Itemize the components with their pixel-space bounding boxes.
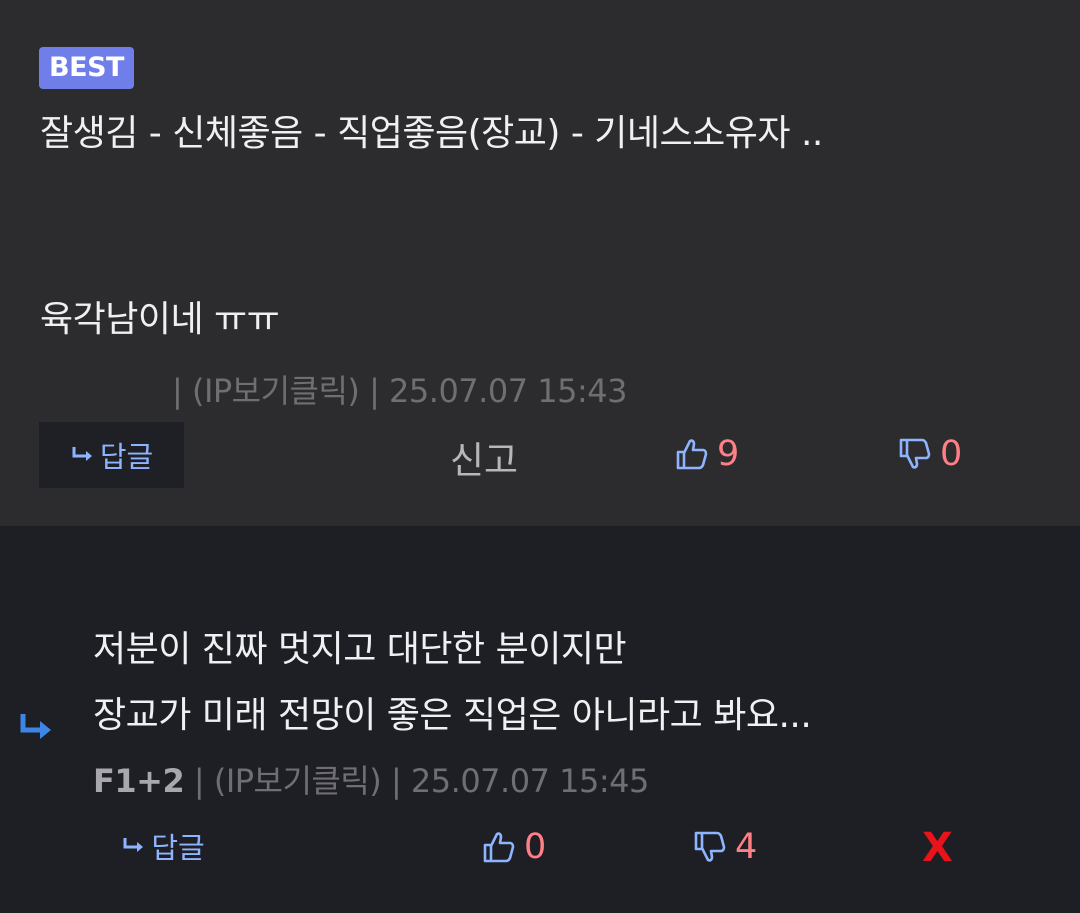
delete-button[interactable]: X: [922, 825, 953, 871]
reply-meta: F1+2 | (IP보기클릭) | 25.07.07 15:45: [93, 756, 649, 802]
author-name[interactable]: F1+2: [93, 762, 185, 800]
reply-text-line-2: 장교가 미래 전망이 좋은 직업은 아니라고 봐요...: [93, 695, 812, 736]
timestamp: 25.07.07 15:43: [389, 372, 627, 410]
comment-text-line-2: 육각남이네 ㅠㅠ: [40, 299, 280, 340]
reply-button[interactable]: 답글: [118, 815, 208, 877]
reply-arrow-icon: [123, 838, 144, 852]
reply-label: 답글: [151, 831, 205, 865]
upvote-button[interactable]: 0: [482, 827, 546, 867]
thumbs-up-icon: [676, 439, 708, 470]
downvote-button[interactable]: 4: [693, 827, 757, 867]
ip-view-link[interactable]: (IP보기클릭): [192, 372, 360, 410]
best-comment: BEST 잘생김 - 신체좋음 - 직업좋음(장교) - 기네스소유자 .. 육…: [0, 0, 1080, 526]
report-button[interactable]: 신고: [450, 430, 518, 484]
reply-label: 답글: [99, 440, 154, 474]
upvote-count: 0: [524, 827, 547, 867]
thumbs-down-icon: [899, 438, 931, 469]
reply-button[interactable]: 답글: [39, 422, 184, 488]
timestamp: 25.07.07 15:45: [410, 762, 649, 800]
downvote-count: 4: [735, 827, 758, 867]
ip-view-link[interactable]: (IP보기클릭): [214, 762, 382, 800]
meta-separator: |: [172, 372, 192, 410]
thumbs-down-icon: [694, 831, 726, 862]
comment-meta: | (IP보기클릭) | 25.07.07 15:43: [172, 366, 627, 412]
upvote-count: 9: [717, 434, 740, 474]
meta-separator: |: [381, 762, 411, 800]
best-badge: BEST: [39, 47, 134, 89]
comment-text-line-1: 잘생김 - 신체좋음 - 직업좋음(장교) - 기네스소유자 ..: [40, 113, 823, 154]
upvote-button[interactable]: 9: [675, 434, 739, 474]
reply-indicator-icon: [20, 714, 51, 739]
meta-separator: |: [359, 372, 390, 410]
thumbs-up-icon: [483, 832, 515, 863]
downvote-button[interactable]: 0: [898, 434, 962, 474]
downvote-count: 0: [940, 434, 963, 474]
meta-separator: |: [184, 762, 214, 800]
reply-text-line-1: 저분이 진짜 멋지고 대단한 분이지만: [93, 629, 627, 670]
reply-arrow-icon: [72, 447, 92, 461]
